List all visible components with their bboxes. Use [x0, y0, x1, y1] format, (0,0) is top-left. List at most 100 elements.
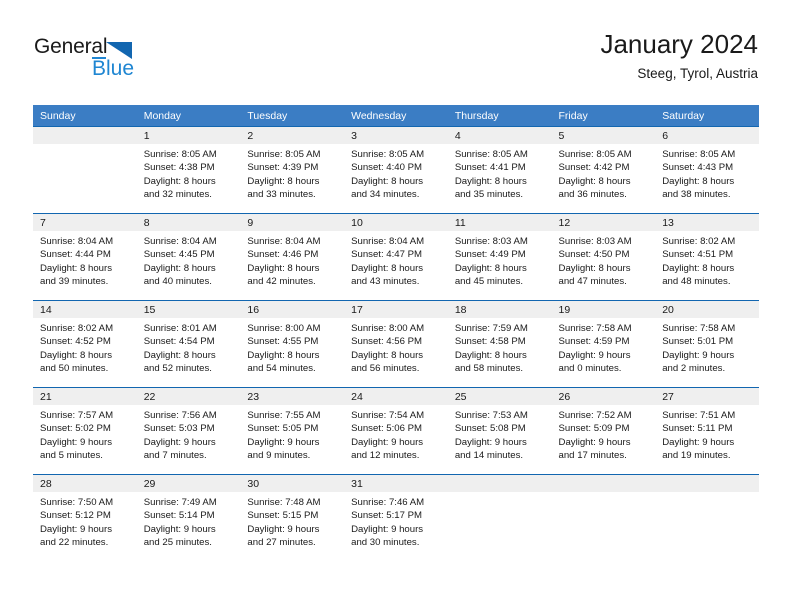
daylight-text-line1: Daylight: 9 hours [662, 436, 735, 448]
calendar-cell[interactable]: 18 Sunrise: 7:59 AM Sunset: 4:58 PM Dayligh… [447, 300, 552, 388]
day-cell[interactable]: 8 Sunrise: 8:04 AM Sunset: 4:45 PM Daylight… [136, 214, 241, 300]
day-details: Sunrise: 8:05 AM Sunset: 4:43 PM Daylight:… [655, 144, 759, 202]
calendar-cell[interactable]: 4 Sunrise: 8:05 AM Sunset: 4:41 PM Daylight… [447, 126, 552, 214]
day-cell[interactable]: 6 Sunrise: 8:05 AM Sunset: 4:43 PM Daylight… [655, 127, 759, 213]
calendar-cell[interactable]: 6 Sunrise: 8:05 AM Sunset: 4:43 PM Daylight… [655, 126, 759, 214]
daylight-text-line1: Daylight: 8 hours [40, 262, 112, 274]
sunset-text: Sunset: 4:47 PM [351, 249, 423, 261]
sunrise-text: Sunrise: 8:01 AM [143, 323, 217, 334]
sunset-text: Sunset: 4:46 PM [247, 249, 319, 261]
calendar-cell[interactable]: 26 Sunrise: 7:52 AM Sunset: 5:09 PM Dayligh… [551, 387, 656, 475]
day-cell[interactable]: 1 Sunrise: 8:05 AM Sunset: 4:38 PM Daylight… [136, 127, 241, 213]
calendar-cell[interactable]: 1 Sunrise: 8:05 AM Sunset: 4:38 PM Daylight… [136, 126, 241, 214]
calendar-cell[interactable]: 31 Sunrise: 7:46 AM Sunset: 5:17 PM Dayligh… [344, 474, 448, 561]
calendar-cell[interactable]: 16 Sunrise: 8:00 AM Sunset: 4:55 PM Dayligh… [240, 300, 345, 388]
day-cell[interactable]: 28 Sunrise: 7:50 AM Sunset: 5:12 PM Dayligh… [33, 475, 137, 561]
day-details: Sunrise: 7:58 AM Sunset: 4:59 PM Daylight:… [552, 318, 656, 376]
day-cell[interactable]: 12 Sunrise: 8:03 AM Sunset: 4:50 PM Dayligh… [551, 214, 656, 300]
daylight-text-line2: and 12 minutes. [351, 450, 420, 462]
day-cell[interactable]: 3 Sunrise: 8:05 AM Sunset: 4:40 PM Daylight… [344, 127, 448, 213]
day-cell[interactable]: 18 Sunrise: 7:59 AM Sunset: 4:58 PM Dayligh… [447, 301, 552, 387]
day-cell[interactable]: 26 Sunrise: 7:52 AM Sunset: 5:09 PM Dayligh… [551, 388, 656, 474]
day-details: Sunrise: 7:53 AM Sunset: 5:08 PM Daylight:… [448, 405, 552, 463]
calendar-cell[interactable]: 7 Sunrise: 8:04 AM Sunset: 4:44 PM Daylight… [33, 213, 137, 301]
day-cell[interactable]: 16 Sunrise: 8:00 AM Sunset: 4:55 PM Dayligh… [240, 301, 345, 387]
calendar-cell[interactable]: 23 Sunrise: 7:55 AM Sunset: 5:05 PM Dayligh… [240, 387, 345, 475]
sunset-text: Sunset: 5:09 PM [558, 423, 630, 435]
calendar-cell[interactable]: 8 Sunrise: 8:04 AM Sunset: 4:45 PM Daylight… [136, 213, 241, 301]
calendar-cell[interactable]: 11 Sunrise: 8:03 AM Sunset: 4:49 PM Dayligh… [447, 213, 552, 301]
day-details: Sunrise: 8:03 AM Sunset: 4:49 PM Daylight:… [448, 231, 552, 289]
day-cell[interactable]: 11 Sunrise: 8:03 AM Sunset: 4:49 PM Dayligh… [447, 214, 552, 300]
day-cell[interactable]: 2 Sunrise: 8:05 AM Sunset: 4:39 PM Daylight… [240, 127, 345, 213]
calendar-cell[interactable]: 28 Sunrise: 7:50 AM Sunset: 5:12 PM Dayligh… [33, 474, 137, 561]
daylight-text-line2: and 58 minutes. [454, 363, 524, 375]
sunset-text: Sunset: 4:59 PM [558, 336, 630, 348]
page-title: January 2024 [600, 29, 758, 59]
day-cell[interactable]: 24 Sunrise: 7:54 AM Sunset: 5:06 PM Dayligh… [344, 388, 448, 474]
day-details: Sunrise: 8:04 AM Sunset: 4:45 PM Daylight:… [137, 231, 241, 289]
day-cell[interactable]: 15 Sunrise: 8:01 AM Sunset: 4:54 PM Dayligh… [136, 301, 241, 387]
day-cell[interactable]: 7 Sunrise: 8:04 AM Sunset: 4:44 PM Daylight… [33, 214, 137, 300]
day-cell[interactable]: 10 Sunrise: 8:04 AM Sunset: 4:47 PM Dayligh… [344, 214, 448, 300]
calendar-cell[interactable] [655, 474, 759, 561]
daylight-text-line1: Daylight: 9 hours [558, 349, 631, 361]
calendar-cell[interactable]: 20 Sunrise: 7:58 AM Sunset: 5:01 PM Dayligh… [655, 300, 759, 388]
sunrise-text: Sunrise: 7:52 AM [558, 410, 632, 421]
day-cell[interactable]: 22 Sunrise: 7:56 AM Sunset: 5:03 PM Dayligh… [136, 388, 241, 474]
day-cell[interactable]: 31 Sunrise: 7:46 AM Sunset: 5:17 PM Dayligh… [344, 475, 448, 561]
calendar-cell[interactable]: 30 Sunrise: 7:48 AM Sunset: 5:15 PM Dayligh… [240, 474, 345, 561]
daylight-text-line2: and 34 minutes. [351, 189, 420, 201]
day-cell[interactable]: 17 Sunrise: 8:00 AM Sunset: 4:56 PM Dayligh… [344, 301, 448, 387]
sunset-text: Sunset: 4:39 PM [247, 162, 319, 174]
calendar-grid: Sunday Monday Tuesday Wednesday Thursday… [33, 105, 759, 561]
sunrise-text: Sunrise: 7:50 AM [40, 497, 114, 508]
weekday-header-friday: Friday [551, 105, 656, 127]
calendar-cell[interactable]: 17 Sunrise: 8:00 AM Sunset: 4:56 PM Dayligh… [344, 300, 448, 388]
day-cell[interactable]: 29 Sunrise: 7:49 AM Sunset: 5:14 PM Dayligh… [136, 475, 241, 561]
calendar-cell[interactable]: 9 Sunrise: 8:04 AM Sunset: 4:46 PM Daylight… [240, 213, 345, 301]
calendar-body: 1 Sunrise: 8:05 AM Sunset: 4:38 PM Daylight… [33, 126, 759, 561]
sunset-text: Sunset: 4:43 PM [662, 162, 734, 174]
day-number: 11 [447, 214, 552, 231]
calendar-cell[interactable]: 19 Sunrise: 7:58 AM Sunset: 4:59 PM Dayligh… [551, 300, 656, 388]
day-cell[interactable]: 20 Sunrise: 7:58 AM Sunset: 5:01 PM Dayligh… [655, 301, 759, 387]
calendar-cell[interactable]: 13 Sunrise: 8:02 AM Sunset: 4:51 PM Dayligh… [655, 213, 759, 301]
day-cell[interactable]: 5 Sunrise: 8:05 AM Sunset: 4:42 PM Daylight… [551, 127, 656, 213]
daylight-text-line1: Daylight: 8 hours [143, 175, 216, 187]
calendar-cell[interactable]: 27 Sunrise: 7:51 AM Sunset: 5:11 PM Dayligh… [655, 387, 759, 475]
calendar-cell[interactable]: 12 Sunrise: 8:03 AM Sunset: 4:50 PM Dayligh… [551, 213, 656, 301]
calendar-cell[interactable] [447, 474, 552, 561]
day-cell[interactable]: 4 Sunrise: 8:05 AM Sunset: 4:41 PM Daylight… [447, 127, 552, 213]
day-cell[interactable]: 13 Sunrise: 8:02 AM Sunset: 4:51 PM Dayligh… [655, 214, 759, 300]
day-cell[interactable]: 27 Sunrise: 7:51 AM Sunset: 5:11 PM Dayligh… [655, 388, 759, 474]
day-cell[interactable]: 19 Sunrise: 7:58 AM Sunset: 4:59 PM Dayligh… [551, 301, 656, 387]
day-cell[interactable]: 30 Sunrise: 7:48 AM Sunset: 5:15 PM Dayligh… [240, 475, 345, 561]
day-cell[interactable]: 14 Sunrise: 8:02 AM Sunset: 4:52 PM Dayligh… [33, 301, 137, 387]
calendar-cell[interactable] [551, 474, 656, 561]
calendar-cell[interactable]: 2 Sunrise: 8:05 AM Sunset: 4:39 PM Daylight… [240, 126, 345, 214]
calendar-cell[interactable]: 29 Sunrise: 7:49 AM Sunset: 5:14 PM Dayligh… [136, 474, 241, 561]
calendar-cell[interactable] [33, 126, 137, 214]
sunrise-text: Sunrise: 7:57 AM [40, 410, 114, 421]
calendar-cell[interactable]: 10 Sunrise: 8:04 AM Sunset: 4:47 PM Dayligh… [344, 213, 448, 301]
daylight-text-line1: Daylight: 8 hours [143, 349, 216, 361]
day-details: Sunrise: 7:51 AM Sunset: 5:11 PM Daylight:… [655, 405, 759, 463]
general-blue-logo[interactable]: General Blue [34, 36, 234, 92]
calendar-cell[interactable]: 22 Sunrise: 7:56 AM Sunset: 5:03 PM Dayligh… [136, 387, 241, 475]
calendar-cell[interactable]: 25 Sunrise: 7:53 AM Sunset: 5:08 PM Dayligh… [447, 387, 552, 475]
sunset-text: Sunset: 4:51 PM [662, 249, 734, 261]
day-cell[interactable]: 21 Sunrise: 7:57 AM Sunset: 5:02 PM Dayligh… [33, 388, 137, 474]
day-cell[interactable]: 9 Sunrise: 8:04 AM Sunset: 4:46 PM Daylight… [240, 214, 345, 300]
calendar-cell[interactable]: 15 Sunrise: 8:01 AM Sunset: 4:54 PM Dayligh… [136, 300, 241, 388]
calendar-cell[interactable]: 24 Sunrise: 7:54 AM Sunset: 5:06 PM Dayligh… [344, 387, 448, 475]
day-cell[interactable]: 25 Sunrise: 7:53 AM Sunset: 5:08 PM Dayligh… [447, 388, 552, 474]
day-details: Sunrise: 8:05 AM Sunset: 4:40 PM Daylight:… [344, 144, 448, 202]
day-number: 19 [551, 301, 656, 318]
calendar-cell[interactable]: 5 Sunrise: 8:05 AM Sunset: 4:42 PM Daylight… [551, 126, 656, 214]
day-cell[interactable]: 23 Sunrise: 7:55 AM Sunset: 5:05 PM Dayligh… [240, 388, 345, 474]
calendar-cell[interactable]: 21 Sunrise: 7:57 AM Sunset: 5:02 PM Dayligh… [33, 387, 137, 475]
calendar-cell[interactable]: 14 Sunrise: 8:02 AM Sunset: 4:52 PM Dayligh… [33, 300, 137, 388]
calendar-cell[interactable]: 3 Sunrise: 8:05 AM Sunset: 4:40 PM Daylight… [344, 126, 448, 214]
logo-text-general: General [34, 35, 108, 58]
